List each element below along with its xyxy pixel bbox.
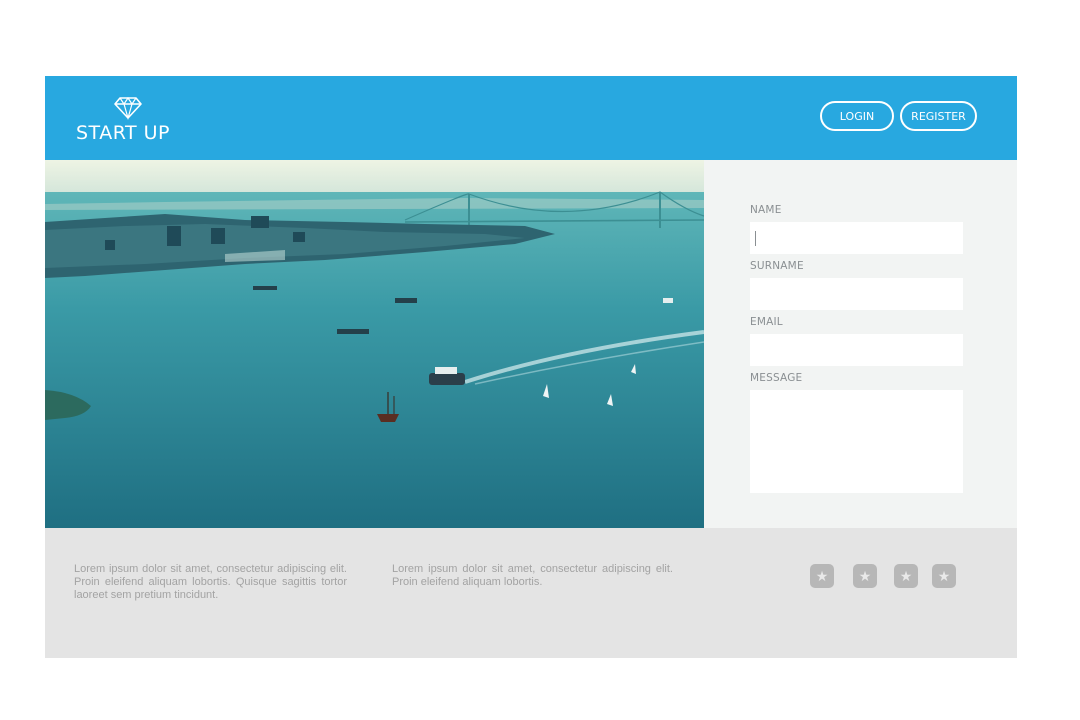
diamond-icon xyxy=(114,96,142,120)
text-caret xyxy=(755,231,756,246)
site-footer: Lorem ipsum dolor sit amet, consectetur … xyxy=(45,528,1017,658)
name-input[interactable] xyxy=(750,222,963,254)
logo[interactable]: START UP xyxy=(76,96,186,146)
site-header: START UP LOGIN REGISTER xyxy=(45,76,1017,160)
contact-form: NAME SURNAME EMAIL MESSAGE xyxy=(704,160,1017,528)
surname-label: SURNAME xyxy=(750,260,804,272)
name-label: NAME xyxy=(750,204,782,216)
logo-text: START UP xyxy=(76,122,171,144)
aerial-harbor-photo xyxy=(45,160,704,528)
footer-text-1: Lorem ipsum dolor sit amet, consectetur … xyxy=(74,563,347,601)
star-icon[interactable]: ★ xyxy=(932,564,956,588)
email-label: EMAIL xyxy=(750,316,783,328)
star-icon[interactable]: ★ xyxy=(853,564,877,588)
login-button[interactable]: LOGIN xyxy=(820,101,894,131)
footer-text-2: Lorem ipsum dolor sit amet, consectetur … xyxy=(392,563,673,588)
message-label: MESSAGE xyxy=(750,372,803,384)
star-icon[interactable]: ★ xyxy=(810,564,834,588)
hero-image xyxy=(45,160,704,528)
message-textarea[interactable] xyxy=(750,390,963,493)
register-button[interactable]: REGISTER xyxy=(900,101,977,131)
surname-input[interactable] xyxy=(750,278,963,310)
email-input[interactable] xyxy=(750,334,963,366)
star-icon[interactable]: ★ xyxy=(894,564,918,588)
page-frame: START UP LOGIN REGISTER NAME SURNAME EMA… xyxy=(45,76,1017,658)
